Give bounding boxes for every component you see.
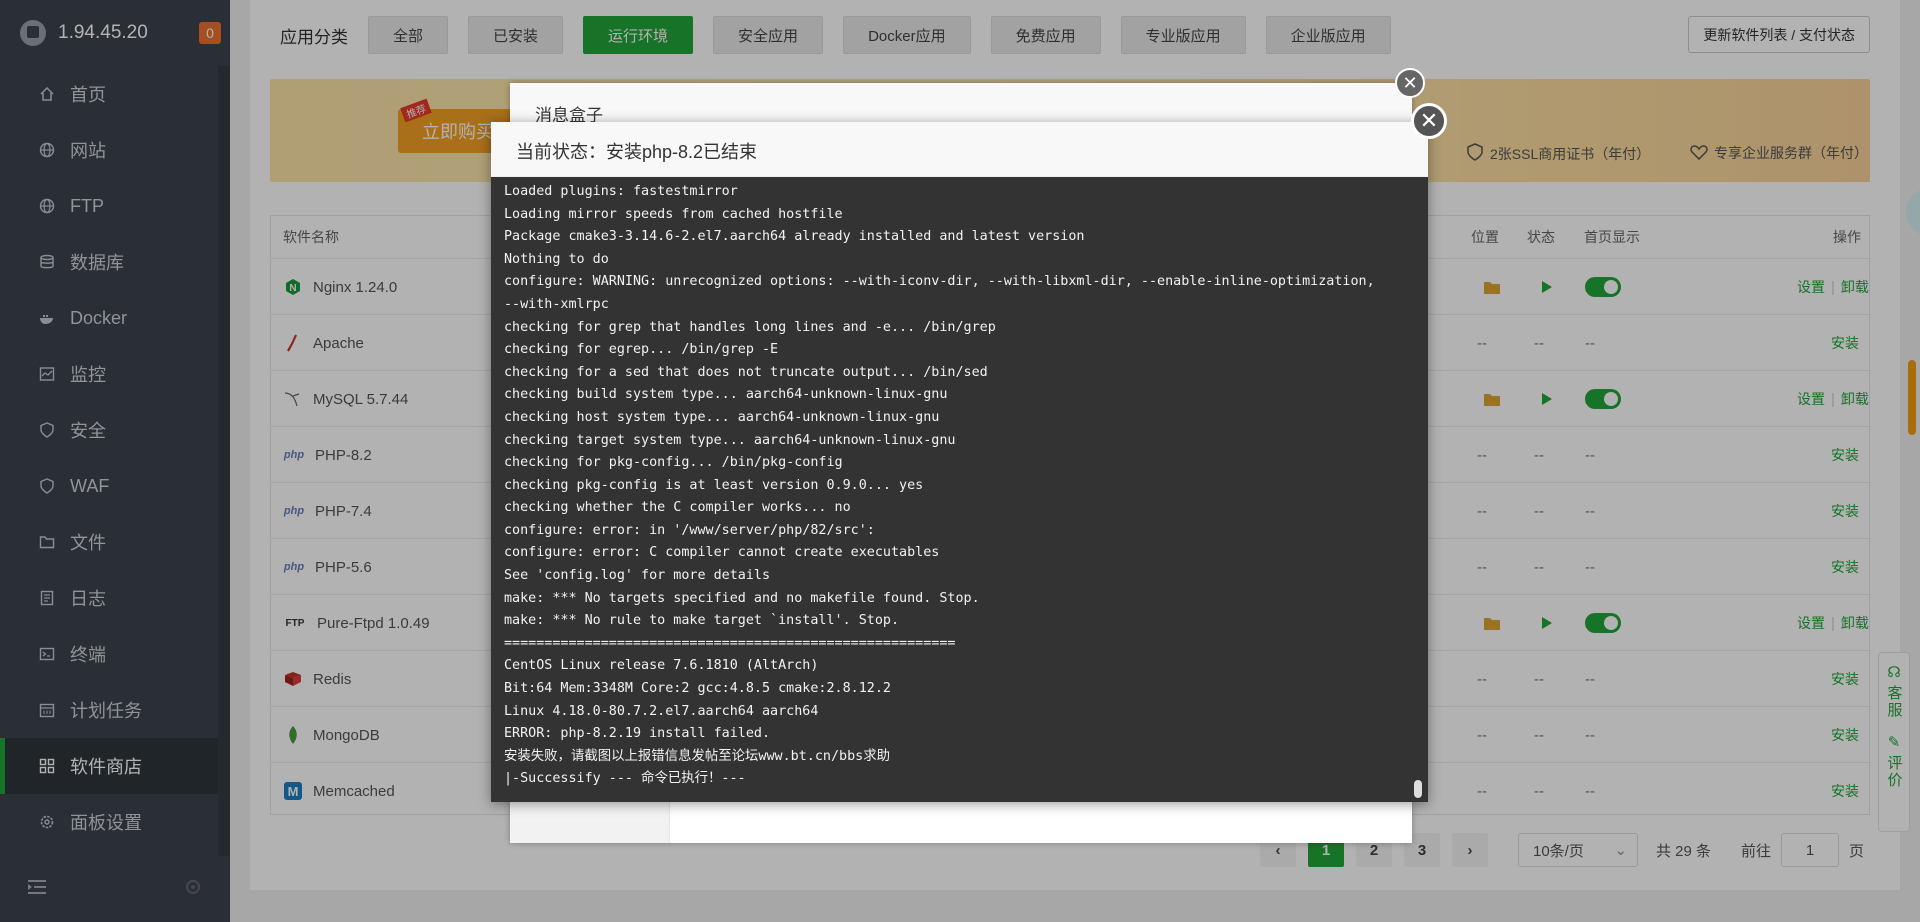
console-line: See 'config.log' for more details: [504, 568, 771, 584]
console-line: Loaded plugins: fastestmirror: [504, 183, 738, 199]
console-line: --with-xmlrpc: [504, 296, 609, 312]
console-line: ERROR: php-8.2.19 install failed.: [504, 726, 771, 742]
install-log-dialog: 当前状态：安装php-8.2已结束 Error: Nothing to doLo…: [491, 122, 1428, 802]
console-line: |-Successify --- 命令已执行！---: [504, 771, 746, 787]
console-line: Linux 4.18.0-80.7.2.el7.aarch64 aarch64: [504, 703, 819, 719]
console-line: Package cmake3-3.14.6-2.el7.aarch64 alre…: [504, 229, 1085, 245]
console-scrollbar[interactable]: [1412, 177, 1422, 802]
console-output: Error: Nothing to doLoaded plugins: fast…: [504, 177, 1414, 791]
console-line: checking target system type... aarch64-u…: [504, 432, 956, 448]
console-line: Loading mirror speeds from cached hostfi…: [504, 206, 843, 222]
console-line: Nothing to do: [504, 251, 609, 267]
console-line: configure: error: in '/www/server/php/82…: [504, 522, 875, 538]
console-line: checking whether the C compiler works...…: [504, 500, 851, 516]
console-line: make: *** No rule to make target `instal…: [504, 613, 900, 629]
close-message-box-icon[interactable]: ✕: [1395, 68, 1425, 98]
console-scroll-thumb[interactable]: [1414, 780, 1422, 798]
console-line: checking pkg-config is at least version …: [504, 477, 924, 493]
console-line: checking host system type... aarch64-unk…: [504, 409, 940, 425]
console-line: checking build system type... aarch64-un…: [504, 387, 948, 403]
console-line: checking for egrep... /bin/grep -E: [504, 342, 779, 358]
console-line: configure: error: C compiler cannot crea…: [504, 545, 940, 561]
close-install-log-icon[interactable]: ✕: [1411, 103, 1447, 139]
install-log-console[interactable]: Error: Nothing to doLoaded plugins: fast…: [491, 177, 1428, 802]
install-status-title: 当前状态：安装php-8.2已结束: [491, 122, 1428, 177]
console-line: checking for a sed that does not truncat…: [504, 364, 988, 380]
console-line: checking for pkg-config... /bin/pkg-conf…: [504, 455, 843, 471]
console-line: 安装失败，请截图以上报错信息发帖至论坛www.bt.cn/bbs求助: [504, 748, 891, 764]
console-line: make: *** No targets specified and no ma…: [504, 590, 980, 606]
console-line: CentOS Linux release 7.6.1810 (AltArch): [504, 658, 819, 674]
console-line: ========================================…: [504, 635, 956, 651]
console-line: Bit:64 Mem:3348M Core:2 gcc:4.8.5 cmake:…: [504, 681, 891, 697]
console-line: checking for grep that handles long line…: [504, 319, 996, 335]
console-line: configure: WARNING: unrecognized options…: [504, 274, 1375, 290]
